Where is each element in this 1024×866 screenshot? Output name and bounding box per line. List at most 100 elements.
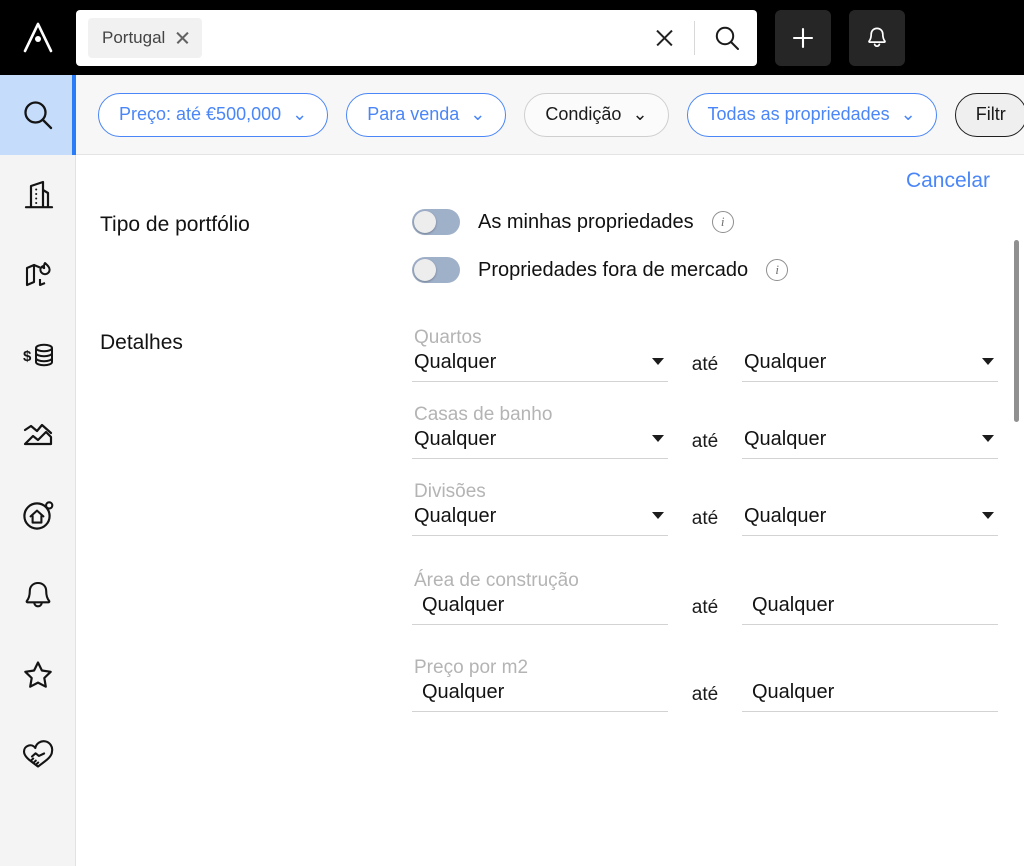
sidebar-item-alerts[interactable] — [0, 555, 76, 635]
search-input[interactable] — [202, 26, 644, 49]
range-separator: até — [691, 508, 719, 529]
bedrooms-max-select[interactable]: Qualquer — [742, 351, 998, 382]
price-per-sqm-min-value: Qualquer — [422, 681, 505, 703]
sidebar-item-heat-map[interactable] — [0, 235, 76, 315]
filter-chip-listing-type-label: Para venda — [367, 104, 460, 124]
info-icon[interactable]: i — [711, 211, 734, 233]
bedrooms-max-value: Qualquer — [744, 351, 827, 373]
built-area-min-input[interactable]: Qualquer — [412, 594, 668, 625]
section-label-details: Detalhes — [100, 331, 183, 354]
building-icon — [24, 180, 54, 209]
range-separator: até — [691, 597, 719, 618]
bell-icon — [25, 581, 51, 608]
range-separator: até — [691, 684, 719, 705]
rooms-min-select[interactable]: Qualquer — [412, 505, 668, 536]
sidebar-item-deals[interactable] — [0, 715, 76, 795]
search-icon — [24, 101, 53, 130]
toggle-off-market[interactable] — [412, 257, 460, 283]
app-root: Portugal $ Preço: até €500,000 ⌄ Para ve… — [0, 0, 1024, 866]
filter-chip-more-filters-label: Filtr — [975, 104, 1006, 124]
range-separator: até — [691, 431, 719, 452]
sidebar-item-analytics[interactable] — [0, 395, 76, 475]
field-label-built-area: Área de construção — [414, 570, 579, 591]
filter-chip-listing-type[interactable]: Para venda ⌄ — [346, 92, 507, 137]
built-area-min-value: Qualquer — [422, 594, 505, 616]
field-label-bedrooms: Quartos — [414, 327, 482, 348]
chart-area-icon — [23, 423, 53, 446]
price-per-sqm-max-input[interactable]: Qualquer — [742, 681, 998, 712]
field-group-rooms: Divisões Qualquer até Qualquer — [412, 481, 1024, 536]
chevron-down-icon — [652, 434, 664, 442]
chevron-down-icon — [652, 357, 664, 365]
bathrooms-max-value: Qualquer — [744, 428, 827, 450]
filter-chip-more-filters[interactable]: Filtr — [954, 92, 1024, 137]
bedrooms-min-value: Qualquer — [414, 351, 497, 373]
sidebar-item-search[interactable] — [0, 75, 76, 155]
top-bar: Portugal — [0, 0, 1024, 75]
filter-chip-property-type-label: Todas as propriedades — [707, 104, 890, 124]
field-label-bathrooms: Casas de banho — [414, 404, 553, 425]
sidebar-item-comps[interactable]: $ — [0, 315, 76, 395]
bathrooms-max-select[interactable]: Qualquer — [742, 428, 998, 459]
filter-chip-condition[interactable]: Condição ⌄ — [524, 92, 669, 137]
sidebar-item-buildings[interactable] — [0, 155, 76, 235]
left-nav-rail: $ — [0, 75, 76, 866]
chevron-down-icon — [982, 357, 994, 365]
toggle-my-properties[interactable] — [412, 209, 460, 235]
chevron-down-icon: ⌄ — [292, 104, 308, 124]
filter-chip-property-type[interactable]: Todas as propriedades ⌄ — [686, 92, 937, 137]
archer-logo — [0, 0, 76, 75]
home-circle-icon — [23, 501, 54, 530]
field-group-built-area: Área de construção Qualquer até Qualquer — [412, 570, 1024, 625]
field-group-bedrooms: Quartos Qualquer até Qualquer — [412, 327, 1024, 382]
filter-chip-bar: Preço: até €500,000 ⌄ Para venda ⌄ Condi… — [76, 75, 1024, 155]
built-area-max-input[interactable]: Qualquer — [742, 594, 998, 625]
search-bar[interactable]: Portugal — [76, 9, 757, 66]
field-label-rooms: Divisões — [414, 481, 486, 502]
bedrooms-min-select[interactable]: Qualquer — [412, 351, 668, 382]
bathrooms-min-value: Qualquer — [414, 428, 497, 450]
toggle-off-market-label: Propriedades fora de mercado — [478, 258, 749, 281]
scrollbar-track[interactable] — [1010, 155, 1024, 866]
add-button[interactable] — [775, 9, 831, 66]
toggle-my-properties-label: As minhas propriedades — [478, 210, 694, 233]
built-area-max-value: Qualquer — [752, 594, 835, 616]
search-token-label: Portugal — [102, 27, 166, 47]
chevron-down-icon: ⌄ — [900, 104, 916, 124]
filter-chip-price[interactable]: Preço: até €500,000 ⌄ — [98, 92, 329, 137]
handshake-heart-icon — [22, 740, 54, 768]
chevron-down-icon — [982, 511, 994, 519]
toggle-row-off-market: Propriedades fora de mercado i — [412, 257, 1024, 283]
section-portfolio-type: Tipo de portfólio As minhas propriedades… — [76, 209, 1024, 305]
search-icon[interactable] — [705, 16, 749, 60]
field-label-price-per-sqm: Preço por m2 — [414, 657, 529, 678]
search-token-portugal[interactable]: Portugal — [88, 17, 203, 58]
scrollbar-thumb[interactable] — [1014, 240, 1019, 422]
price-per-sqm-min-input[interactable]: Qualquer — [412, 681, 668, 712]
toggle-knob — [414, 259, 436, 281]
cancel-button[interactable]: Cancelar — [906, 169, 990, 193]
chevron-down-icon: ⌄ — [470, 104, 486, 124]
plus-icon — [792, 27, 814, 48]
notifications-button[interactable] — [849, 9, 905, 66]
cancel-row: Cancelar — [76, 155, 1024, 193]
svg-text:$: $ — [23, 348, 32, 365]
rooms-max-value: Qualquer — [744, 505, 827, 527]
clear-search-icon[interactable] — [644, 18, 684, 58]
toggle-row-my-properties: As minhas propriedades i — [412, 209, 1024, 235]
filter-chip-price-label: Preço: até €500,000 — [119, 104, 282, 124]
bathrooms-min-select[interactable]: Qualquer — [412, 428, 668, 459]
chevron-down-icon — [652, 511, 664, 519]
range-separator: até — [691, 354, 719, 375]
divider — [694, 20, 695, 55]
sidebar-item-favorites[interactable] — [0, 635, 76, 715]
info-icon[interactable]: i — [766, 259, 789, 281]
close-icon[interactable] — [175, 30, 190, 45]
section-details: Detalhes Quartos Qualquer até Qualquer C… — [76, 327, 1024, 734]
dollar-coins-icon: $ — [23, 343, 53, 367]
rooms-max-select[interactable]: Qualquer — [742, 505, 998, 536]
sidebar-item-home-target[interactable] — [0, 475, 76, 555]
section-label-portfolio: Tipo de portfólio — [100, 213, 250, 236]
bell-icon — [868, 27, 886, 47]
chevron-down-icon: ⌄ — [632, 104, 648, 124]
